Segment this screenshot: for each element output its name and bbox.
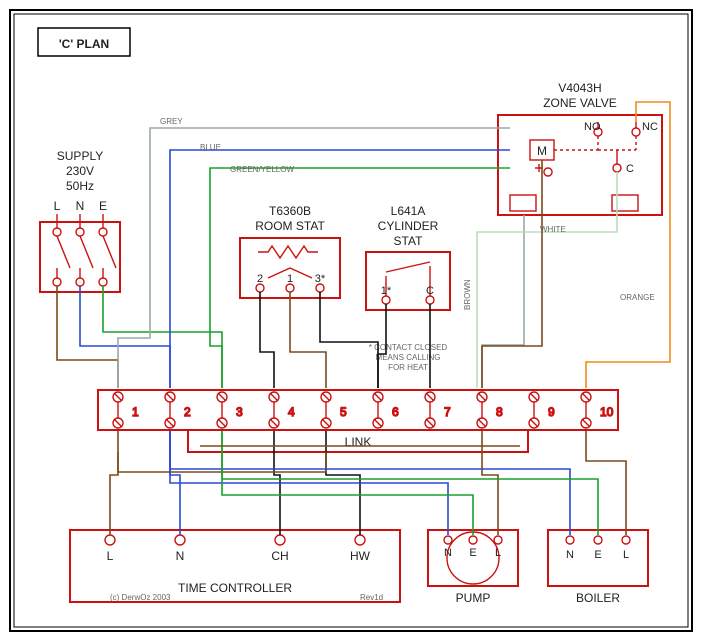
tc-copyright: (c) DerwOz 2003 [110,593,171,602]
junction-t9: 9 [548,405,555,419]
zone-valve-name: ZONE VALVE [543,96,617,110]
junction-link: LINK [345,435,372,449]
room-stat-t2: 1 [287,273,293,285]
cyl-note1: * CONTACT CLOSED [369,343,448,352]
wire-label-white: WHITE [540,225,566,234]
room-stat-block: T6360B ROOM STAT 2 1 3* [240,204,340,298]
zone-valve-no: NO [584,121,601,133]
cyl-note3: FOR HEAT [388,363,428,372]
boiler-L: L [623,549,629,561]
cyl-stat-model: L641A [391,204,426,218]
zone-valve-nc: NC [642,121,658,133]
junction-t5: 5 [340,405,347,419]
junction-t8: 8 [496,405,503,419]
zone-valve-m: M [537,144,547,158]
pump-L: L [495,547,501,559]
boiler-name: BOILER [576,591,620,605]
supply-box [40,222,120,292]
supply-label: SUPPLY [57,149,103,163]
junction-t7: 7 [444,405,451,419]
tc-N: N [176,549,185,563]
zone-valve-model: V4043H [558,81,601,95]
junction-t2: 2 [184,405,191,419]
junction-t10: 10 [600,405,614,419]
tc-HW: HW [350,549,371,563]
wire-label-blue: BLUE [200,143,221,152]
supply-freq: 50Hz [66,179,94,193]
junction-t1: 1 [132,405,139,419]
tc-rev: Rev1d [360,593,383,602]
supply-E: E [99,199,107,213]
room-stat-t1: 2 [257,273,263,285]
cyl-stat-t1: 1* [381,285,392,297]
wire-label-brown: BROWN [463,279,472,310]
boiler-E: E [594,549,601,561]
wire-label-orange: ORANGE [620,293,655,302]
cyl-stat-t2: C [426,285,434,297]
title-text: 'C' PLAN [59,37,109,51]
wire-label-gy: GREEN/YELLOW [230,165,294,174]
room-stat-model: T6360B [269,204,311,218]
supply-N: N [76,199,85,213]
boiler-N: N [566,549,574,561]
junction-box: LINK 1 2 3 [98,390,618,452]
pump-block: N E L PUMP [428,530,518,605]
supply-L: L [54,199,61,213]
junction-t4: 4 [288,405,295,419]
supply-voltage: 230V [66,164,94,178]
pump-name: PUMP [456,591,491,605]
cyl-stat-name2: STAT [394,234,424,248]
supply-block: SUPPLY 230V 50Hz L N E [40,149,120,292]
junction-t3: 3 [236,405,243,419]
zone-valve-c: C [626,163,634,175]
tc-name: TIME CONTROLLER [178,581,292,595]
junction-t6: 6 [392,405,399,419]
zone-valve-block: V4043H ZONE VALVE M NO NC C [498,81,662,215]
tc-CH: CH [271,549,288,563]
pump-N: N [444,547,452,559]
wiring-diagram: 'C' PLAN SUPPLY 230V 50Hz L N E LINK [0,0,702,641]
pump-E: E [469,547,476,559]
room-stat-name: ROOM STAT [255,219,325,233]
wire-label-grey: GREY [160,117,183,126]
cyl-stat-name1: CYLINDER [378,219,439,233]
tc-L: L [107,549,114,563]
time-controller-block: L N CH HW TIME CONTROLLER (c) DerwOz 200… [70,530,400,602]
boiler-block: N E L BOILER [548,530,648,605]
room-stat-t3: 3* [315,273,326,285]
